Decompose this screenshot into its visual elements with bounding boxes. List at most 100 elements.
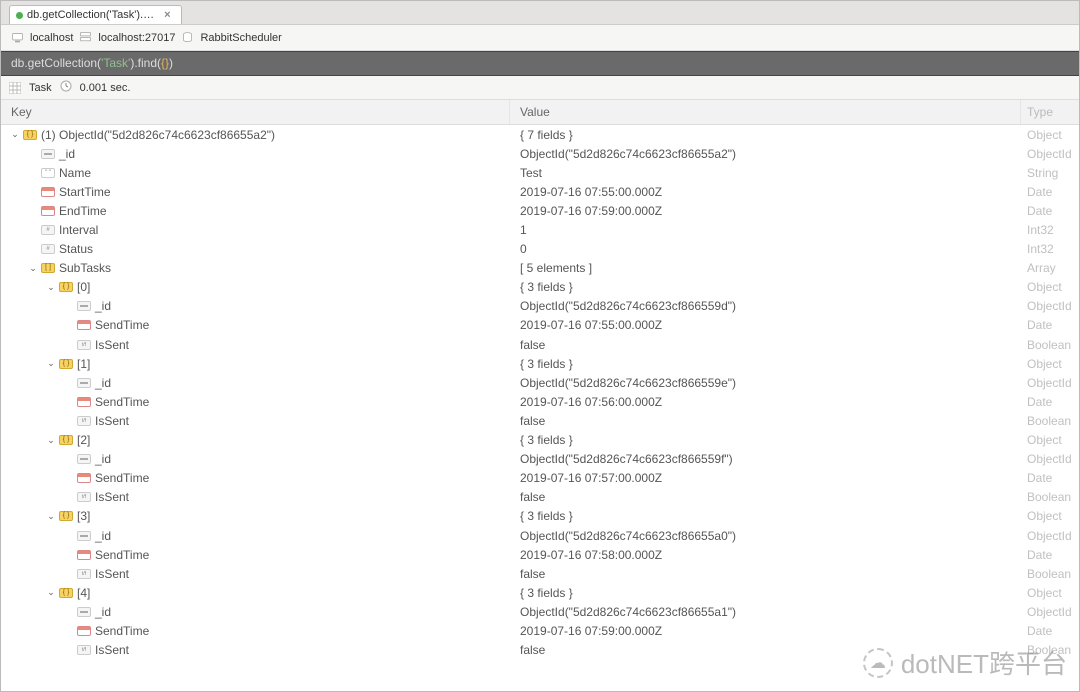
tree-row[interactable]: ›_idObjectId("5d2d826c74c6623cf86655a2")… [1,144,1079,163]
tree-row[interactable]: ⌄{ }[2]{ 3 fields }Object [1,431,1079,450]
tree-row[interactable]: ›" "NameTestString [1,163,1079,182]
objid-icon [40,147,56,161]
objid-icon [76,605,92,619]
row-value: { 3 fields } [510,357,1021,371]
row-type: ObjectId [1021,376,1079,390]
row-type: ObjectId [1021,147,1079,161]
row-value: 2019-07-16 07:55:00.000Z [510,318,1021,332]
row-type: ObjectId [1021,605,1079,619]
tree-row[interactable]: ›_idObjectId("5d2d826c74c6623cf86655a0")… [1,526,1079,545]
chevron-down-icon[interactable]: ⌄ [45,587,57,598]
row-key: SendTime [95,624,149,638]
column-value[interactable]: Value [510,100,1021,124]
tab-query[interactable]: db.getCollection('Task').… × [9,5,182,24]
arr-icon: [ ] [40,261,56,275]
row-value: 2019-07-16 07:59:00.000Z [510,624,1021,638]
chevron-down-icon[interactable]: ⌄ [45,358,57,369]
row-value: ObjectId("5d2d826c74c6623cf86655a2") [510,147,1021,161]
row-value: 2019-07-16 07:59:00.000Z [510,204,1021,218]
row-value: ObjectId("5d2d826c74c6623cf866559d") [510,299,1021,313]
tree-row[interactable]: ›t/fIsSentfalseBoolean [1,641,1079,660]
query-suffix: ) [169,56,173,70]
tree-row[interactable]: ⌄[ ]SubTasks[ 5 elements ]Array [1,259,1079,278]
row-key: SendTime [95,318,149,332]
tree-row[interactable]: ›SendTime2019-07-16 07:57:00.000ZDate [1,469,1079,488]
row-key: [3] [77,509,90,523]
status-collection: Task [29,82,52,94]
row-key: StartTime [59,185,111,199]
tree-row[interactable]: ›#Interval1Int32 [1,220,1079,239]
tree-row[interactable]: ›EndTime2019-07-16 07:59:00.000ZDate [1,201,1079,220]
row-type: Int32 [1021,242,1079,256]
row-value: { 3 fields } [510,509,1021,523]
column-header: Key Value Type [1,100,1079,125]
tree-row[interactable]: ›SendTime2019-07-16 07:56:00.000ZDate [1,392,1079,411]
tree-row[interactable]: ›t/fIsSentfalseBoolean [1,335,1079,354]
row-value: 2019-07-16 07:55:00.000Z [510,185,1021,199]
tree-row[interactable]: ›_idObjectId("5d2d826c74c6623cf866559f")… [1,450,1079,469]
row-value: ObjectId("5d2d826c74c6623cf86655a0") [510,529,1021,543]
chevron-down-icon[interactable]: ⌄ [45,282,57,293]
row-key: Name [59,166,91,180]
tree-row[interactable]: ⌄{ }[4]{ 3 fields }Object [1,583,1079,602]
result-tree[interactable]: ⌄{ }(1) ObjectId("5d2d826c74c6623cf86655… [1,125,1079,691]
row-key: SendTime [95,471,149,485]
row-type: ObjectId [1021,529,1079,543]
row-key: IsSent [95,338,129,352]
tree-row[interactable]: ⌄{ }[3]{ 3 fields }Object [1,507,1079,526]
tree-row[interactable]: ›t/fIsSentfalseBoolean [1,411,1079,430]
row-type: Array [1021,261,1079,275]
tree-row[interactable]: ⌄{ }[0]{ 3 fields }Object [1,278,1079,297]
bool-icon: t/f [76,338,92,352]
row-type: Date [1021,318,1079,332]
bool-icon: t/f [76,490,92,504]
tree-row[interactable]: ›t/fIsSentfalseBoolean [1,564,1079,583]
row-type: Boolean [1021,567,1079,581]
tree-row[interactable]: ›_idObjectId("5d2d826c74c6623cf86655a1")… [1,602,1079,621]
obj-icon: { } [58,280,74,294]
tree-row[interactable]: ›SendTime2019-07-16 07:59:00.000ZDate [1,621,1079,640]
date-icon [76,471,92,485]
tree-row[interactable]: ›#Status0Int32 [1,240,1079,259]
breadcrumb-db[interactable]: RabbitScheduler [200,32,281,44]
clock-icon [60,80,72,95]
column-type[interactable]: Type [1021,100,1079,124]
row-value: [ 5 elements ] [510,261,1021,275]
objid-icon [76,376,92,390]
tree-row[interactable]: ›SendTime2019-07-16 07:55:00.000ZDate [1,316,1079,335]
tree-row[interactable]: ›_idObjectId("5d2d826c74c6623cf866559e")… [1,373,1079,392]
row-type: Boolean [1021,338,1079,352]
chevron-down-icon[interactable]: ⌄ [27,263,39,274]
row-type: Object [1021,586,1079,600]
row-key: (1) ObjectId("5d2d826c74c6623cf86655a2") [41,128,275,142]
tree-row[interactable]: ›_idObjectId("5d2d826c74c6623cf866559d")… [1,297,1079,316]
tree-row[interactable]: ⌄{ }[1]{ 3 fields }Object [1,354,1079,373]
query-bar[interactable]: db.getCollection('Task').find({}) [1,51,1079,76]
app-window: db.getCollection('Task').… × localhost l… [0,0,1080,692]
breadcrumb-host[interactable]: localhost [30,32,73,44]
row-type: Date [1021,204,1079,218]
int-icon: # [40,242,56,256]
host-icon [11,31,24,44]
chevron-down-icon[interactable]: ⌄ [45,511,57,522]
tree-row[interactable]: ›t/fIsSentfalseBoolean [1,488,1079,507]
column-key[interactable]: Key [1,100,510,124]
row-type: Object [1021,433,1079,447]
query-string: 'Task' [101,56,130,70]
row-type: ObjectId [1021,452,1079,466]
row-type: Boolean [1021,643,1079,657]
row-key: IsSent [95,643,129,657]
close-icon[interactable]: × [164,9,170,21]
tree-row[interactable]: ›SendTime2019-07-16 07:58:00.000ZDate [1,545,1079,564]
breadcrumb-hostport[interactable]: localhost:27017 [98,32,175,44]
chevron-down-icon[interactable]: ⌄ [45,435,57,446]
row-type: Object [1021,128,1079,142]
row-value: { 3 fields } [510,280,1021,294]
tree-row[interactable]: ›StartTime2019-07-16 07:55:00.000ZDate [1,182,1079,201]
objid-icon [76,299,92,313]
tree-row[interactable]: ⌄{ }(1) ObjectId("5d2d826c74c6623cf86655… [1,125,1079,144]
chevron-down-icon[interactable]: ⌄ [9,129,21,140]
row-value: false [510,414,1021,428]
date-icon [40,204,56,218]
row-value: { 3 fields } [510,433,1021,447]
